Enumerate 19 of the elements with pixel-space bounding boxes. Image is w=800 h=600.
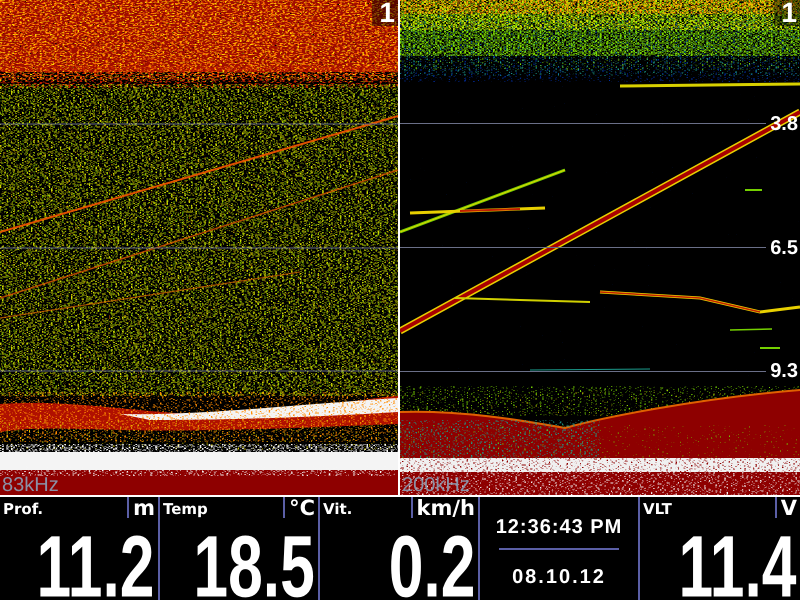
readout-label: Prof. bbox=[3, 500, 44, 518]
depth-label: 9.3 bbox=[769, 361, 799, 382]
clock-time: 12:36:43 PM bbox=[496, 515, 622, 539]
unit-label: V bbox=[780, 497, 797, 519]
panel-number: 1 bbox=[774, 0, 800, 26]
readout-label: Temp bbox=[163, 500, 208, 518]
readout-label: VLT bbox=[643, 500, 672, 518]
unit-label: m bbox=[133, 497, 155, 519]
frequency-label: 83kHz bbox=[2, 476, 59, 495]
readout-value: 11.4 bbox=[678, 532, 797, 600]
depth-label: 6.5 bbox=[769, 238, 799, 258]
clock-date: 08.10.12 bbox=[512, 565, 606, 589]
unit-label: km/h bbox=[416, 497, 475, 519]
unit-label: °C bbox=[289, 497, 315, 519]
readout-value: 0.2 bbox=[388, 532, 475, 600]
panel-number: 1 bbox=[372, 0, 398, 26]
readout-label: Vit. bbox=[323, 500, 352, 518]
readout-value: 18.5 bbox=[194, 532, 315, 600]
readout-value: 11.2 bbox=[36, 532, 155, 600]
